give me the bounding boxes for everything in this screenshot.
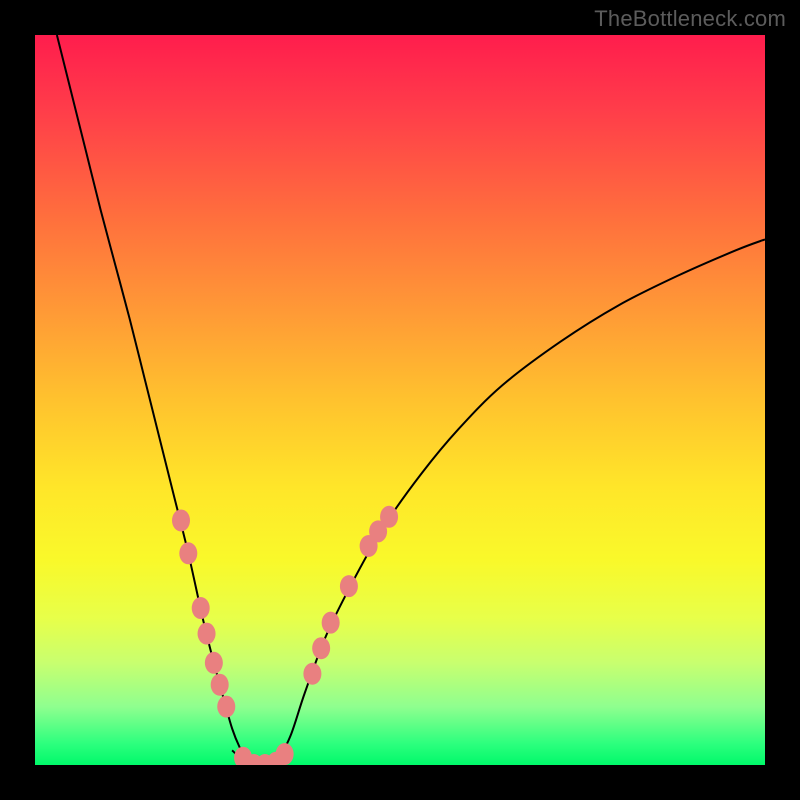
data-marker xyxy=(322,612,340,634)
watermark-text: TheBottleneck.com xyxy=(594,6,786,32)
data-marker xyxy=(192,597,210,619)
data-marker xyxy=(198,623,216,645)
plot-area xyxy=(35,35,765,765)
data-marker xyxy=(172,509,190,531)
data-marker xyxy=(211,674,229,696)
data-marker xyxy=(276,743,294,765)
data-marker xyxy=(312,637,330,659)
chart-svg xyxy=(35,35,765,765)
data-marker xyxy=(217,696,235,718)
data-marker xyxy=(303,663,321,685)
marker-group xyxy=(172,506,398,765)
left-curve xyxy=(57,35,254,765)
data-marker xyxy=(380,506,398,528)
chart-frame: TheBottleneck.com xyxy=(0,0,800,800)
data-marker xyxy=(340,575,358,597)
right-curve xyxy=(276,239,765,765)
data-marker xyxy=(179,542,197,564)
data-marker xyxy=(205,652,223,674)
